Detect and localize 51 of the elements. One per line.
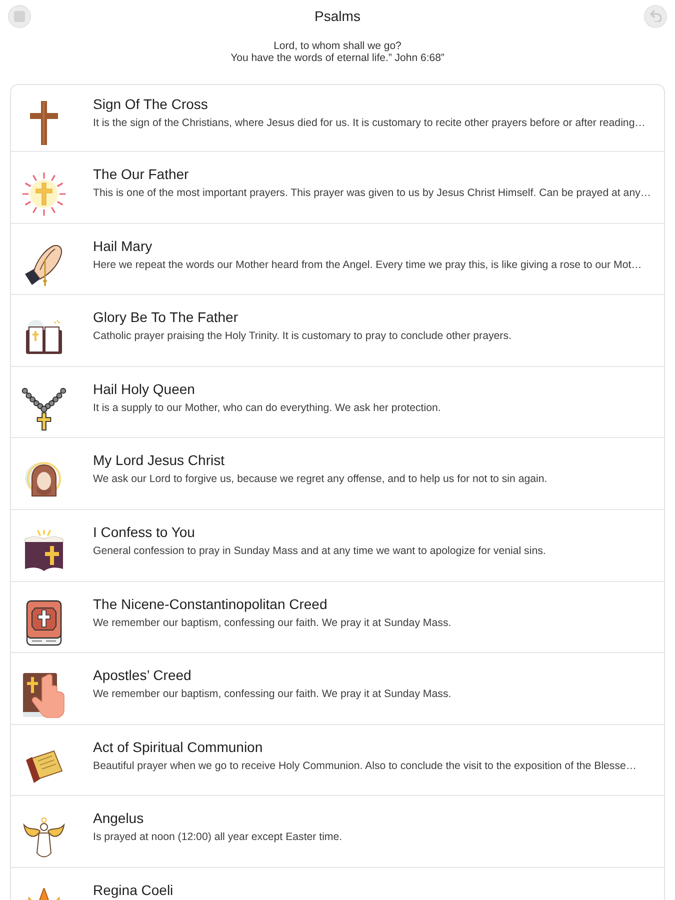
prayer-list-item[interactable]: The Nicene-Constantinopolitan Creed We remember our baptism, confessing our faith. We pray it at Sunday Mass. [11, 582, 664, 654]
prayer-title: Sign Of The Cross [93, 95, 209, 113]
prayer-title: Regina Coeli [93, 880, 174, 899]
prayer-title: Act of Spiritual Communion [93, 738, 264, 756]
prayer-title: Apostles’ Creed [93, 666, 192, 684]
prayer-list-item[interactable]: Regina Coeli [11, 868, 664, 900]
prayer-description: Here we repeat the words our Mother heard from the Angel. Every time we pray this, is like giving a rose to our Mot… [93, 258, 642, 272]
square-icon [14, 10, 25, 22]
prayer-description: This is one of the most important prayers. This prayer was given to us by Jesus Christ Himself. Can be prayed at any… [93, 187, 651, 200]
prayer-list-item[interactable]: My Lord Jesus Christ We ask our Lord to forgive us, because we regret any offense, and to help us for not to sin again. [11, 438, 664, 510]
square-button[interactable] [8, 4, 31, 28]
undo-icon [650, 10, 662, 22]
prayer-title: My Lord Jesus Christ [93, 451, 226, 470]
rosary-icon [22, 386, 66, 432]
prayer-list-item[interactable]: Sign Of The Cross It is the sign of the Christians, where Jesus died for us. It is customary to recite other prayers before or after reading… [11, 85, 664, 152]
open-book-icon [24, 318, 64, 355]
prayer-description: We remember our baptism, confessing our faith. We pray it at Sunday Mass. [93, 688, 452, 702]
prayer-title: Angelus [93, 809, 145, 828]
prayer-list-item[interactable]: Glory Be To The Father Catholic prayer praising the Holy Trinity. It is customary to pray to conclude other prayers. [11, 295, 664, 367]
praying-hands-icon [24, 243, 64, 288]
prayer-description: Is prayed at noon (12:00) all year except Easter time. [93, 831, 342, 844]
prayer-list-item[interactable]: I Confess to You General confession to pray in Sunday Mass and at any time we want to apologize for venial sins. [11, 510, 664, 582]
bible-quote: Lord, to whom shall we go? You have the words of eternal life.” John 6:68” [230, 40, 446, 64]
prayer-list-item[interactable]: The Our Father This is one of the most important prayers. This prayer was given to us by Jesus Christ Himself. Can be prayed at any… [11, 152, 664, 224]
prayer-list-item[interactable]: Apostles’ Creed We remember our baptism, confessing our faith. We pray it at Sunday Mass. [11, 653, 664, 725]
prayer-title: The Nicene-Constantinopolitan Creed [93, 594, 328, 613]
prayer-description: General confession to pray in Sunday Mass and at any time we want to apologize for venial sins. [93, 544, 546, 558]
prayer-description: It is a supply to our Mother, who can do everything. We ask her protection. [93, 402, 441, 415]
prayer-list-item[interactable]: Hail Mary Here we repeat the words our Mother heard from the Angel. Every time we pray this, is like giving a rose to our Mot… [11, 224, 664, 296]
page-title: Psalms [314, 7, 360, 25]
prayer-description: Beautiful prayer when we go to receive Holy Communion. Also to conclude the visit to the exposition of the Blesse… [93, 760, 637, 773]
hand-on-bible-icon [22, 672, 66, 718]
prayer-title: Hail Mary [93, 236, 154, 255]
bible-icon [26, 600, 62, 646]
prayer-description: We remember our baptism, confessing our faith. We pray it at Sunday Mass. [93, 616, 452, 630]
angel-icon [22, 817, 66, 860]
undo-button[interactable] [644, 4, 667, 28]
prayer-list-item[interactable]: Act of Spiritual Communion Beautiful prayer when we go to receive Holy Communion. Also to conclude the visit to the exposition of the Blesse… [11, 724, 664, 796]
cross-icon [30, 101, 58, 145]
prayer-title: Hail Holy Queen [93, 380, 196, 398]
prayer-title: The Our Father [93, 165, 190, 183]
prayer-title: Glory Be To The Father [93, 308, 239, 326]
scroll-icon [24, 748, 64, 785]
prayer-description: Catholic prayer praising the Holy Trinity. It is customary to pray to conclude other prayers. [93, 330, 512, 344]
book-with-cross-icon [22, 530, 66, 574]
prayer-description: It is the sign of the Christians, where Jesus died for us. It is customary to recite other prayers before or after reading… [93, 117, 646, 130]
prayer-description: We ask our Lord to forgive us, because we regret any offense, and to help us for not to sin again. [93, 473, 548, 486]
glowing-cross-icon [22, 172, 66, 216]
prayer-title: I Confess to You [93, 522, 196, 541]
prayer-list-item[interactable]: Hail Holy Queen It is a supply to our Mother, who can do everything. We ask her protection. [11, 366, 664, 438]
prayer-list-item[interactable]: Angelus Is prayed at noon (12:00) all year except Easter time. [11, 796, 664, 868]
